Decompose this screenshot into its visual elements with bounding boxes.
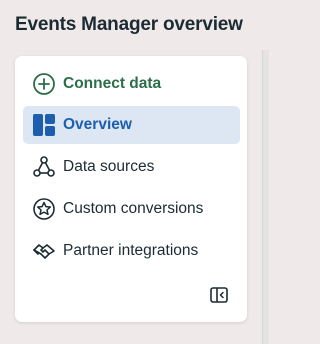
sidebar-item-custom-conversions[interactable]: Custom conversions	[23, 190, 240, 228]
star-circle-icon	[31, 196, 57, 222]
sidebar-item-label: Data sources	[63, 158, 155, 175]
sidebar-item-label: Partner integrations	[63, 242, 199, 259]
plus-circle-icon	[31, 71, 57, 97]
nodes-icon	[31, 154, 57, 180]
handshake-icon	[31, 238, 57, 264]
sidebar-collapse-icon	[209, 285, 229, 310]
sidebar-item-partner-integrations[interactable]: Partner integrations	[23, 232, 240, 270]
dashboard-icon	[31, 112, 57, 138]
sidebar-item-data-sources[interactable]: Data sources	[23, 148, 240, 186]
sidebar-item-connect-data[interactable]: Connect data	[23, 65, 240, 103]
sidebar-panel: Connect data Overview Data sources Custo…	[15, 56, 247, 322]
right-panel-edge	[262, 50, 269, 344]
sidebar-item-label: Overview	[63, 116, 132, 133]
page-title: Events Manager overview	[15, 14, 243, 35]
sidebar-item-label: Connect data	[63, 75, 162, 92]
sidebar-item-label: Custom conversions	[63, 200, 204, 217]
sidebar-collapse-button[interactable]	[208, 286, 230, 308]
sidebar-item-overview[interactable]: Overview	[23, 106, 240, 144]
